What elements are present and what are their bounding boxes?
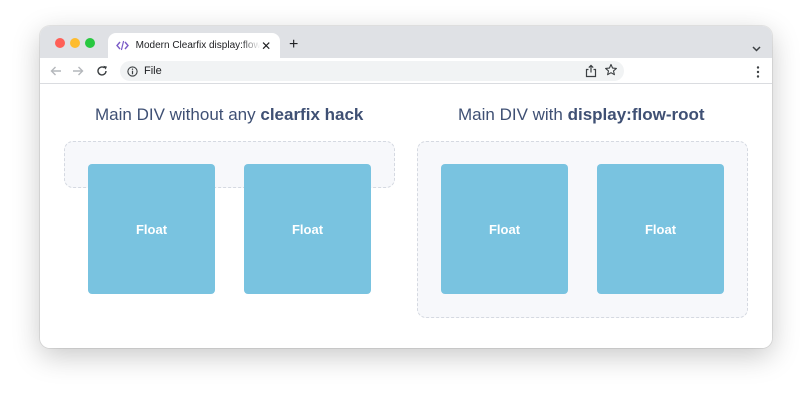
- chevron-down-icon[interactable]: [752, 39, 761, 52]
- minimize-window-button[interactable]: [70, 38, 80, 48]
- left-heading-bold: clearfix hack: [260, 105, 364, 124]
- float-box-left-2: Float: [244, 164, 371, 294]
- left-heading-prefix: Main DIV without any: [95, 105, 261, 124]
- back-arrow-icon[interactable]: [48, 63, 64, 79]
- right-heading-bold: display:flow-root: [567, 105, 705, 124]
- close-window-button[interactable]: [55, 38, 65, 48]
- reload-icon[interactable]: [94, 63, 110, 79]
- tab-bar: Modern Clearfix display:flow-root ✕ +: [40, 26, 772, 58]
- left-demo-heading: Main DIV without any clearfix hack: [95, 105, 363, 125]
- browser-window: Modern Clearfix display:flow-root ✕ +: [40, 26, 772, 348]
- maximize-window-button[interactable]: [85, 38, 95, 48]
- float-label: Float: [291, 221, 324, 237]
- right-demo-heading: Main DIV with display:flow-root: [458, 105, 705, 125]
- right-heading-prefix: Main DIV with: [458, 105, 568, 124]
- float-label: Float: [135, 221, 168, 237]
- tab-close-icon[interactable]: ✕: [260, 40, 272, 52]
- float-box-right-2: Float: [597, 164, 724, 294]
- toolbar: File: [40, 58, 772, 84]
- info-icon[interactable]: [126, 65, 138, 77]
- float-label: Float: [644, 221, 677, 237]
- code-icon: [116, 39, 130, 53]
- float-box-right-1: Float: [441, 164, 568, 294]
- new-tab-icon[interactable]: +: [289, 37, 298, 53]
- float-box-left-1: Float: [88, 164, 215, 294]
- share-icon[interactable]: [584, 64, 598, 78]
- more-options-icon[interactable]: [756, 65, 760, 78]
- address-bar[interactable]: File: [120, 61, 624, 81]
- browser-tab[interactable]: Modern Clearfix display:flow-root ✕: [108, 33, 280, 58]
- forward-arrow-icon[interactable]: [70, 63, 86, 79]
- star-icon[interactable]: [604, 63, 618, 77]
- tab-title: Modern Clearfix display:flow-root: [135, 40, 261, 51]
- page-content: Main DIV without any clearfix hack Main …: [40, 85, 772, 348]
- float-label: Float: [488, 221, 521, 237]
- address-text: File: [144, 65, 162, 77]
